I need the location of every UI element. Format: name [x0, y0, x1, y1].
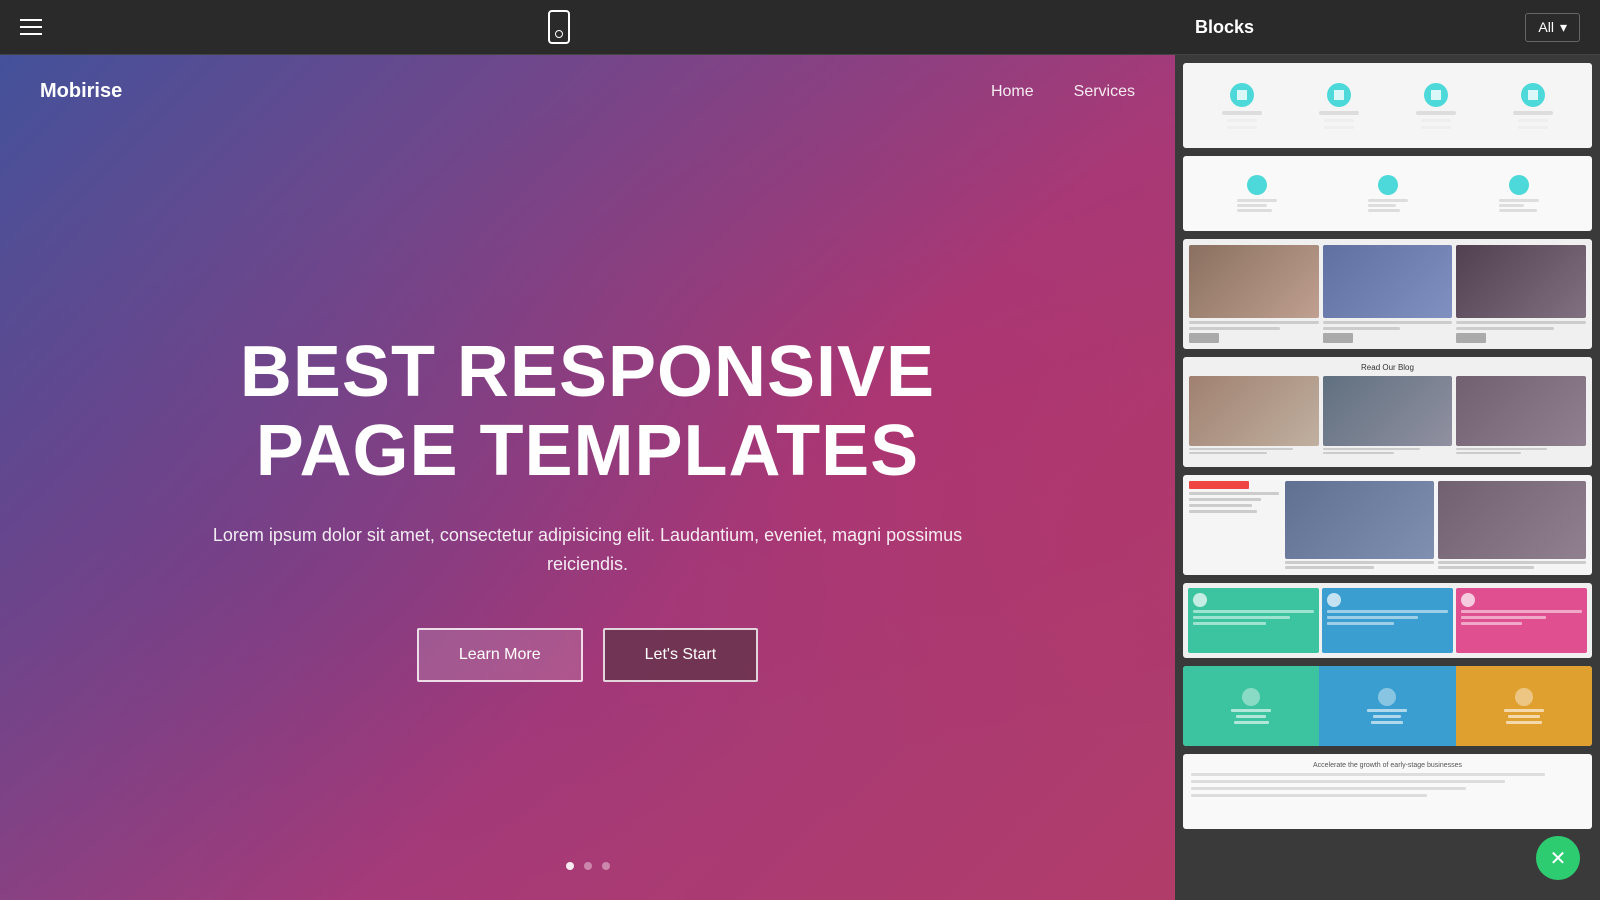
navbar: Mobirise Home Services: [0, 55, 1175, 128]
block-preview-text: Accelerate the growth of early-stage bus…: [1183, 754, 1592, 829]
hero-buttons: Learn More Let's Start: [417, 628, 758, 682]
block-thumb-colorful-icons[interactable]: [1183, 666, 1592, 746]
bt4-card-3: [1456, 376, 1586, 454]
block-thumb-photo-cards[interactable]: [1183, 239, 1592, 349]
hero-section: Mobirise Home Services BEST RESPONSIVE P…: [0, 55, 1175, 900]
blocks-list[interactable]: Read Our Blog: [1175, 55, 1600, 900]
bt8-title-text: Accelerate the growth of early-stage bus…: [1191, 762, 1584, 769]
hero-title-line1: BEST RESPONSIVE: [240, 332, 935, 412]
filter-label: All: [1538, 19, 1554, 35]
block-preview-colorful: [1183, 666, 1592, 746]
bt1-col-3: [1416, 83, 1456, 129]
blocks-panel: Blocks All ▾: [1175, 0, 1600, 900]
lets-start-button[interactable]: Let's Start: [603, 628, 759, 682]
block-thumb-dots-row[interactable]: [1183, 156, 1592, 231]
bt1-icon-4: [1521, 83, 1545, 107]
bt2-col-2: [1368, 175, 1408, 212]
bt4-card-1: [1189, 376, 1319, 454]
bt7-col-1: [1183, 666, 1319, 746]
bt1-icon-3: [1424, 83, 1448, 107]
bt1-icon-2: [1327, 83, 1351, 107]
hero-title-line2: PAGE TEMPLATES: [256, 411, 919, 491]
carousel-dot-3[interactable]: [602, 862, 610, 870]
blocks-panel-header: Blocks All ▾: [1175, 0, 1600, 55]
block-preview-icons: [1183, 63, 1592, 148]
bt2-col-1: [1237, 175, 1277, 212]
bt7-col-3: [1456, 666, 1592, 746]
bt1-col-2: [1319, 83, 1359, 129]
chevron-down-icon: ▾: [1560, 19, 1567, 36]
bt2-dot-1: [1247, 175, 1267, 195]
top-toolbar: [0, 0, 1175, 55]
bt3-card-3: [1456, 245, 1586, 343]
bt5-card-2: [1438, 481, 1587, 569]
carousel-dots: [566, 862, 610, 870]
carousel-dot-1[interactable]: [566, 862, 574, 870]
bt4-cards: [1189, 376, 1586, 454]
bt2-col-3: [1499, 175, 1539, 212]
block-preview-photo-cards: [1183, 239, 1592, 349]
brand-name: Mobirise: [40, 80, 122, 103]
block-thumb-text-section[interactable]: Accelerate the growth of early-stage bus…: [1183, 754, 1592, 829]
blocks-panel-title: Blocks: [1195, 17, 1254, 38]
bt5-right: [1285, 481, 1586, 569]
block-preview-article: [1183, 475, 1592, 575]
nav-links: Home Services: [991, 83, 1135, 101]
bt3-card-2: [1323, 245, 1453, 343]
block-thumb-colored-cols[interactable]: [1183, 583, 1592, 658]
hero-title: BEST RESPONSIVE PAGE TEMPLATES: [240, 333, 935, 491]
bt6-col-1: [1188, 588, 1319, 653]
bt5-card-1: [1285, 481, 1434, 569]
hero-content: BEST RESPONSIVE PAGE TEMPLATES Lorem ips…: [0, 55, 1175, 900]
editor-area: Mobirise Home Services BEST RESPONSIVE P…: [0, 0, 1175, 900]
hero-subtitle: Lorem ipsum dolor sit amet, consectetur …: [213, 521, 963, 579]
block-thumb-blog[interactable]: Read Our Blog: [1183, 357, 1592, 467]
bt5-left: [1189, 481, 1279, 569]
bt2-dot-3: [1509, 175, 1529, 195]
bt4-card-2: [1323, 376, 1453, 454]
close-button[interactable]: ✕: [1536, 836, 1580, 880]
block-preview-blog: Read Our Blog: [1183, 357, 1592, 467]
block-preview-dots: [1183, 156, 1592, 231]
hamburger-menu-button[interactable]: [20, 19, 42, 35]
block-thumb-article[interactable]: [1183, 475, 1592, 575]
bt6-col-3: [1456, 588, 1587, 653]
bt2-dot-2: [1378, 175, 1398, 195]
bt3-card-1: [1189, 245, 1319, 343]
carousel-dot-2[interactable]: [584, 862, 592, 870]
canvas-area: Mobirise Home Services BEST RESPONSIVE P…: [0, 55, 1175, 900]
bt1-icon-1: [1230, 83, 1254, 107]
learn-more-button[interactable]: Learn More: [417, 628, 583, 682]
bt7-col-2: [1319, 666, 1455, 746]
block-thumb-icons-row[interactable]: [1183, 63, 1592, 148]
mobile-device-icon[interactable]: [548, 10, 570, 44]
bt6-col-2: [1322, 588, 1453, 653]
block-preview-colored: [1183, 583, 1592, 658]
nav-link-home[interactable]: Home: [991, 83, 1034, 101]
nav-link-services[interactable]: Services: [1074, 83, 1135, 101]
bt1-col-1: [1222, 83, 1262, 129]
device-switcher: [548, 10, 570, 44]
bt1-col-4: [1513, 83, 1553, 129]
bt4-title-text: Read Our Blog: [1189, 363, 1586, 372]
blocks-filter-dropdown[interactable]: All ▾: [1525, 13, 1580, 42]
